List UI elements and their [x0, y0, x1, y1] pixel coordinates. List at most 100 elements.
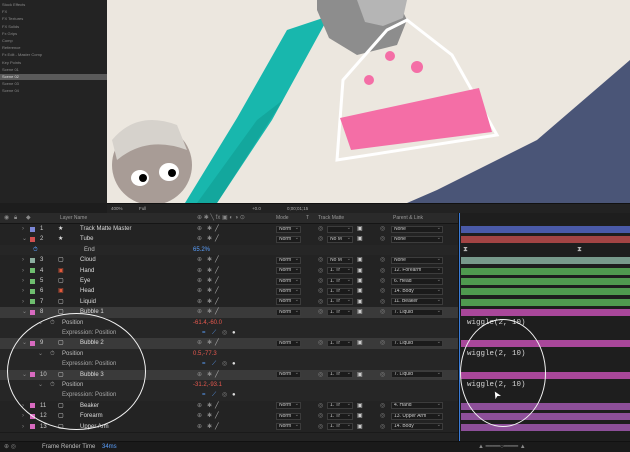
project-item[interactable]: FX Solids	[0, 24, 107, 30]
track-matte-dropdown[interactable]: 1. Tr	[327, 423, 353, 431]
track-matte-dropdown[interactable]: 1. Tr	[327, 340, 353, 348]
expand-toggle-icon[interactable]: ⌄	[22, 307, 27, 317]
quality-switch-icon[interactable]: ╱	[215, 224, 219, 234]
lock-icon[interactable]: 🔒︎	[14, 213, 17, 223]
collapse-switch-icon[interactable]: ✱	[207, 422, 212, 432]
property-value[interactable]: 0.5,-77.3	[193, 349, 217, 359]
project-item[interactable]: FX Textures	[0, 16, 107, 22]
layer-name[interactable]: Eye	[80, 276, 90, 286]
layer-name[interactable]: Tube	[80, 234, 93, 244]
expression-enable-icon[interactable]: =	[202, 359, 206, 369]
label-color-swatch[interactable]	[30, 309, 35, 315]
label-color-swatch[interactable]	[30, 226, 35, 232]
expand-toggle-icon[interactable]: ›	[22, 276, 24, 286]
preserve-transparency-icon[interactable]: ◎	[318, 411, 323, 421]
shy-switch-icon[interactable]: ⊕	[197, 224, 202, 234]
mode-dropdown[interactable]: Norm	[276, 402, 301, 410]
preserve-transparency-icon[interactable]: ◎	[318, 286, 323, 296]
parent-dropdown[interactable]: 7. Liquid	[391, 340, 443, 348]
preserve-transparency-icon[interactable]: ◎	[318, 297, 323, 307]
layer-duration-bar[interactable]	[461, 288, 630, 296]
shy-switch-icon[interactable]: ⊕	[197, 286, 202, 296]
layer-name[interactable]: Track Matte Master	[80, 224, 131, 234]
expand-toggle-icon[interactable]: ›	[22, 224, 24, 234]
track-matte-dropdown[interactable]: 1. Tr	[327, 277, 353, 285]
shy-switch-icon[interactable]: ⊕	[197, 255, 202, 265]
parent-dropdown[interactable]: None	[391, 225, 443, 233]
mode-dropdown[interactable]: Norm	[276, 412, 301, 420]
parent-dropdown[interactable]: None	[391, 236, 443, 244]
project-item[interactable]: Fx Grips	[0, 31, 107, 37]
zoom-dropdown[interactable]: 400%	[111, 204, 123, 213]
collapse-switch-icon[interactable]: ✱	[207, 307, 212, 317]
collapse-switch-icon[interactable]: ✱	[207, 297, 212, 307]
project-item[interactable]: Comp	[0, 38, 107, 44]
project-item[interactable]: FX	[0, 9, 107, 15]
preserve-transparency-icon[interactable]: ◎	[318, 276, 323, 286]
viewer-timecode[interactable]: 0;00;01;15	[287, 204, 308, 213]
preserve-transparency-icon[interactable]: ◎	[318, 370, 323, 380]
quality-switch-icon[interactable]: ╱	[215, 411, 219, 421]
parent-dropdown[interactable]: None	[391, 256, 443, 264]
layer-duration-bar[interactable]	[461, 309, 630, 317]
expand-toggle-icon[interactable]: ⌄	[22, 234, 27, 244]
property-value[interactable]: 65.2%	[193, 245, 210, 255]
pickwhip-icon[interactable]: ◎	[380, 422, 385, 432]
label-color-swatch[interactable]	[30, 237, 35, 243]
quality-switch-icon[interactable]: ╱	[215, 276, 219, 286]
quality-switch-icon[interactable]: ╱	[215, 255, 219, 265]
property-value[interactable]: -31.2,-93.1	[193, 380, 222, 390]
project-item[interactable]: Stock Effects	[0, 2, 107, 8]
pickwhip-icon[interactable]: ◎	[380, 286, 385, 296]
expression-pickwhip-icon[interactable]: ◎	[222, 390, 227, 400]
column-layer-name[interactable]: Layer Name	[60, 213, 87, 223]
quality-switch-icon[interactable]: ╱	[215, 401, 219, 411]
shy-switch-icon[interactable]: ⊕	[197, 338, 202, 348]
project-item[interactable]: Key Points	[0, 60, 107, 66]
keyframe-icon[interactable]: ⧗	[577, 246, 582, 254]
mode-dropdown[interactable]: Norm	[276, 423, 301, 431]
preserve-transparency-icon[interactable]: ◎	[318, 255, 323, 265]
mode-dropdown[interactable]: Norm	[276, 308, 301, 316]
expression-pickwhip-icon[interactable]: ◎	[222, 328, 227, 338]
project-item[interactable]: Scene 01	[0, 67, 107, 73]
track-matte-dropdown[interactable]: 1. Tr	[327, 402, 353, 410]
collapse-switch-icon[interactable]: ✱	[207, 411, 212, 421]
parent-dropdown[interactable]: 7. Liquid	[391, 371, 443, 379]
expression-graph-icon[interactable]: ⟋	[212, 359, 216, 369]
preserve-transparency-icon[interactable]: ◎	[318, 224, 323, 234]
collapse-switch-icon[interactable]: ✱	[207, 370, 212, 380]
parent-dropdown[interactable]: 12. Forearm	[391, 267, 443, 275]
layer-name[interactable]: Head	[80, 286, 94, 296]
expand-toggle-icon[interactable]: ›	[22, 297, 24, 307]
shy-switch-icon[interactable]: ⊕	[197, 266, 202, 276]
parent-dropdown[interactable]: 7. Liquid	[391, 308, 443, 316]
expand-toggle-icon[interactable]: ›	[22, 255, 24, 265]
quality-switch-icon[interactable]: ╱	[215, 338, 219, 348]
mode-dropdown[interactable]: Norm	[276, 288, 301, 296]
shy-switch-icon[interactable]: ⊕	[197, 401, 202, 411]
collapse-switch-icon[interactable]: ✱	[207, 338, 212, 348]
stopwatch-icon[interactable]: ⏱	[33, 245, 38, 255]
track-matte-dropdown[interactable]: 1. Tr	[327, 412, 353, 420]
track-matte-dropdown[interactable]: No M	[327, 256, 353, 264]
resolution-dropdown[interactable]: Full	[139, 204, 146, 213]
project-item[interactable]: Scene 03	[0, 81, 107, 87]
expand-toggle-icon[interactable]: ›	[22, 286, 24, 296]
track-matte-dropdown[interactable]: 1. Tr	[327, 298, 353, 306]
pickwhip-icon[interactable]: ◎	[380, 411, 385, 421]
project-item[interactable]: Reference	[0, 45, 107, 51]
track-matte-dropdown[interactable]: 1. Tr	[327, 288, 353, 296]
quality-switch-icon[interactable]: ╱	[215, 422, 219, 432]
label-color-swatch[interactable]	[30, 289, 35, 295]
track-matte-dropdown[interactable]: 1. Tr	[327, 371, 353, 379]
pickwhip-icon[interactable]: ◎	[380, 255, 385, 265]
quality-switch-icon[interactable]: ╱	[215, 234, 219, 244]
pickwhip-icon[interactable]: ◎	[380, 224, 385, 234]
collapse-switch-icon[interactable]: ✱	[207, 224, 212, 234]
pickwhip-icon[interactable]: ◎	[380, 338, 385, 348]
label-color-swatch[interactable]	[30, 257, 35, 263]
layer-duration-bar[interactable]	[461, 278, 630, 285]
label-color-swatch[interactable]	[30, 268, 35, 274]
shy-switch-icon[interactable]: ⊕	[197, 422, 202, 432]
